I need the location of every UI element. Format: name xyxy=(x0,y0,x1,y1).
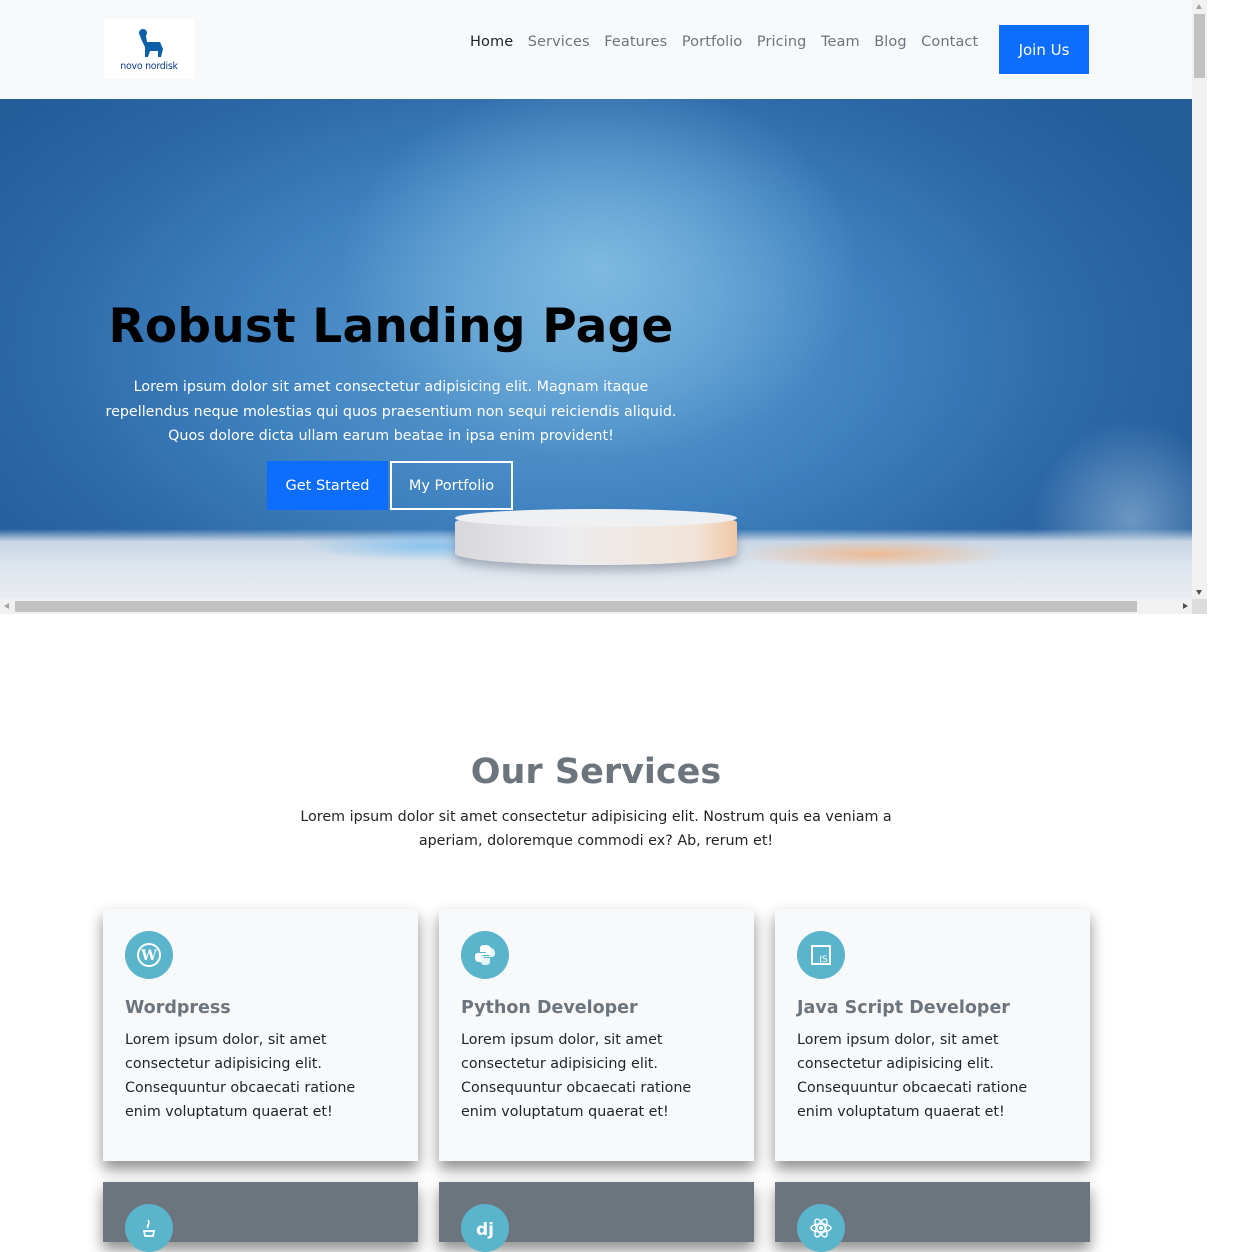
vertical-scrollbar[interactable] xyxy=(1192,0,1207,599)
wordpress-icon: W xyxy=(125,931,173,979)
nav-pricing[interactable]: Pricing xyxy=(757,34,807,50)
scroll-down-icon[interactable] xyxy=(1196,590,1202,595)
nav-services[interactable]: Services xyxy=(528,34,590,50)
horizontal-scrollbar[interactable] xyxy=(0,599,1192,614)
bull-icon xyxy=(139,29,163,57)
hero-podium-top xyxy=(455,509,737,527)
services-title: Our Services xyxy=(470,752,722,792)
navbar: novo nordisk Home Services Features Port… xyxy=(0,0,1192,99)
hero-title: Robust Landing Page xyxy=(108,299,674,354)
hero-section: Robust Landing Page Lorem ipsum dolor si… xyxy=(0,99,1192,599)
javascript-icon: JS xyxy=(797,931,845,979)
nav-blog[interactable]: Blog xyxy=(874,34,906,50)
service-card-react[interactable] xyxy=(775,1182,1090,1252)
scroll-right-icon[interactable] xyxy=(1183,603,1188,609)
svg-text:JS: JS xyxy=(818,955,828,965)
scroll-up-icon[interactable] xyxy=(1196,4,1202,9)
scrollbar-corner xyxy=(1192,599,1207,614)
vertical-scroll-thumb[interactable] xyxy=(1194,14,1205,78)
service-card-java[interactable] xyxy=(103,1182,418,1252)
horizontal-scroll-thumb[interactable] xyxy=(15,601,1137,612)
join-us-button[interactable]: Join Us xyxy=(999,25,1089,74)
svg-text:dj: dj xyxy=(476,1220,494,1240)
nav-contact[interactable]: Contact xyxy=(921,34,978,50)
nav-home[interactable]: Home xyxy=(470,34,513,50)
service-card-wordpress[interactable]: W Wordpress Lorem ipsum dolor, sit amet … xyxy=(103,909,418,1161)
nav-portfolio[interactable]: Portfolio xyxy=(682,34,743,50)
service-card-title: Python Developer xyxy=(461,998,638,1018)
python-icon xyxy=(461,931,509,979)
logo-wordmark: novo nordisk xyxy=(120,61,178,72)
my-portfolio-button[interactable]: My Portfolio xyxy=(390,461,513,510)
django-icon: dj xyxy=(461,1204,509,1252)
services-description: Lorem ipsum dolor sit amet consectetur a… xyxy=(300,809,892,849)
brand-logo[interactable]: novo nordisk xyxy=(104,19,194,79)
nav-features[interactable]: Features xyxy=(604,34,667,50)
service-card-text: Lorem ipsum dolor, sit amet consectetur … xyxy=(461,1032,692,1120)
service-card-text: Lorem ipsum dolor, sit amet consectetur … xyxy=(125,1032,356,1120)
service-card-javascript[interactable]: JS Java Script Developer Lorem ipsum dol… xyxy=(775,909,1090,1161)
main-nav: Home Services Features Portfolio Pricing… xyxy=(470,34,993,50)
service-card-text: Lorem ipsum dolor, sit amet consectetur … xyxy=(797,1032,1028,1120)
embedded-frame: novo nordisk Home Services Features Port… xyxy=(0,0,1207,614)
nav-team[interactable]: Team xyxy=(821,34,860,50)
get-started-button[interactable]: Get Started xyxy=(267,461,388,510)
hero-floor-warm-light xyxy=(740,539,1010,569)
service-card-django[interactable]: dj xyxy=(439,1182,754,1252)
service-card-title: Wordpress xyxy=(125,998,231,1018)
service-card-python[interactable]: Python Developer Lorem ipsum dolor, sit … xyxy=(439,909,754,1161)
service-card-title: Java Script Developer xyxy=(797,998,1010,1018)
scroll-left-icon[interactable] xyxy=(4,603,9,609)
svg-text:W: W xyxy=(140,948,157,964)
java-icon xyxy=(125,1204,173,1252)
hero-description: Lorem ipsum dolor sit amet consectetur a… xyxy=(105,379,677,444)
react-icon xyxy=(797,1204,845,1252)
